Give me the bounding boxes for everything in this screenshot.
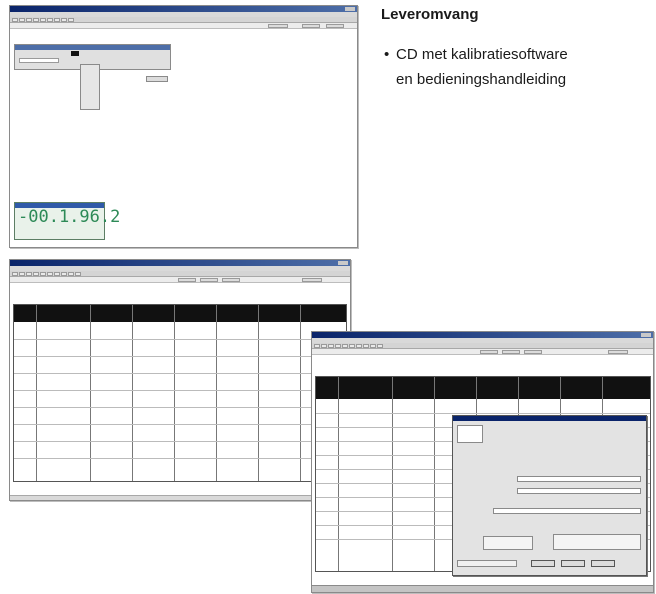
- window-3-titlebar: [312, 332, 653, 338]
- screenshot-window-1: -00.1.96.2: [9, 5, 358, 248]
- side-list-item-line-1: CD met kalibratiesoftware: [396, 46, 568, 63]
- window-2-pathbar: [10, 277, 350, 283]
- lcd-readout: -00.1.96.2: [14, 202, 121, 240]
- screenshot-window-3: [311, 331, 654, 593]
- side-list-item-line-2: en bedieningshandleiding: [396, 71, 567, 88]
- window-1-titlebar: [10, 6, 357, 12]
- window-3-taskbar: [312, 585, 653, 592]
- window-1-controls: [345, 7, 355, 11]
- side-list-item: • CD met kalibratiesoftware en bediening…: [384, 42, 644, 92]
- window-2-titlebar: [10, 260, 350, 266]
- window-2-statusbar: [10, 495, 350, 500]
- window-3-dialog: [452, 415, 647, 576]
- side-heading: Leveromvang: [381, 6, 479, 23]
- window-1-pathbar: [10, 23, 357, 29]
- side-list: • CD met kalibratiesoftware en bediening…: [384, 42, 644, 92]
- window-1-side-button: [146, 76, 168, 82]
- bullet-glyph: •: [384, 46, 390, 63]
- window-1-keypad: [80, 64, 100, 110]
- window-2-data-table: [13, 304, 347, 482]
- screenshot-window-2: [9, 259, 351, 501]
- window-3-pathbar: [312, 349, 653, 355]
- lcd-digits: -00.1.96.2: [18, 207, 121, 227]
